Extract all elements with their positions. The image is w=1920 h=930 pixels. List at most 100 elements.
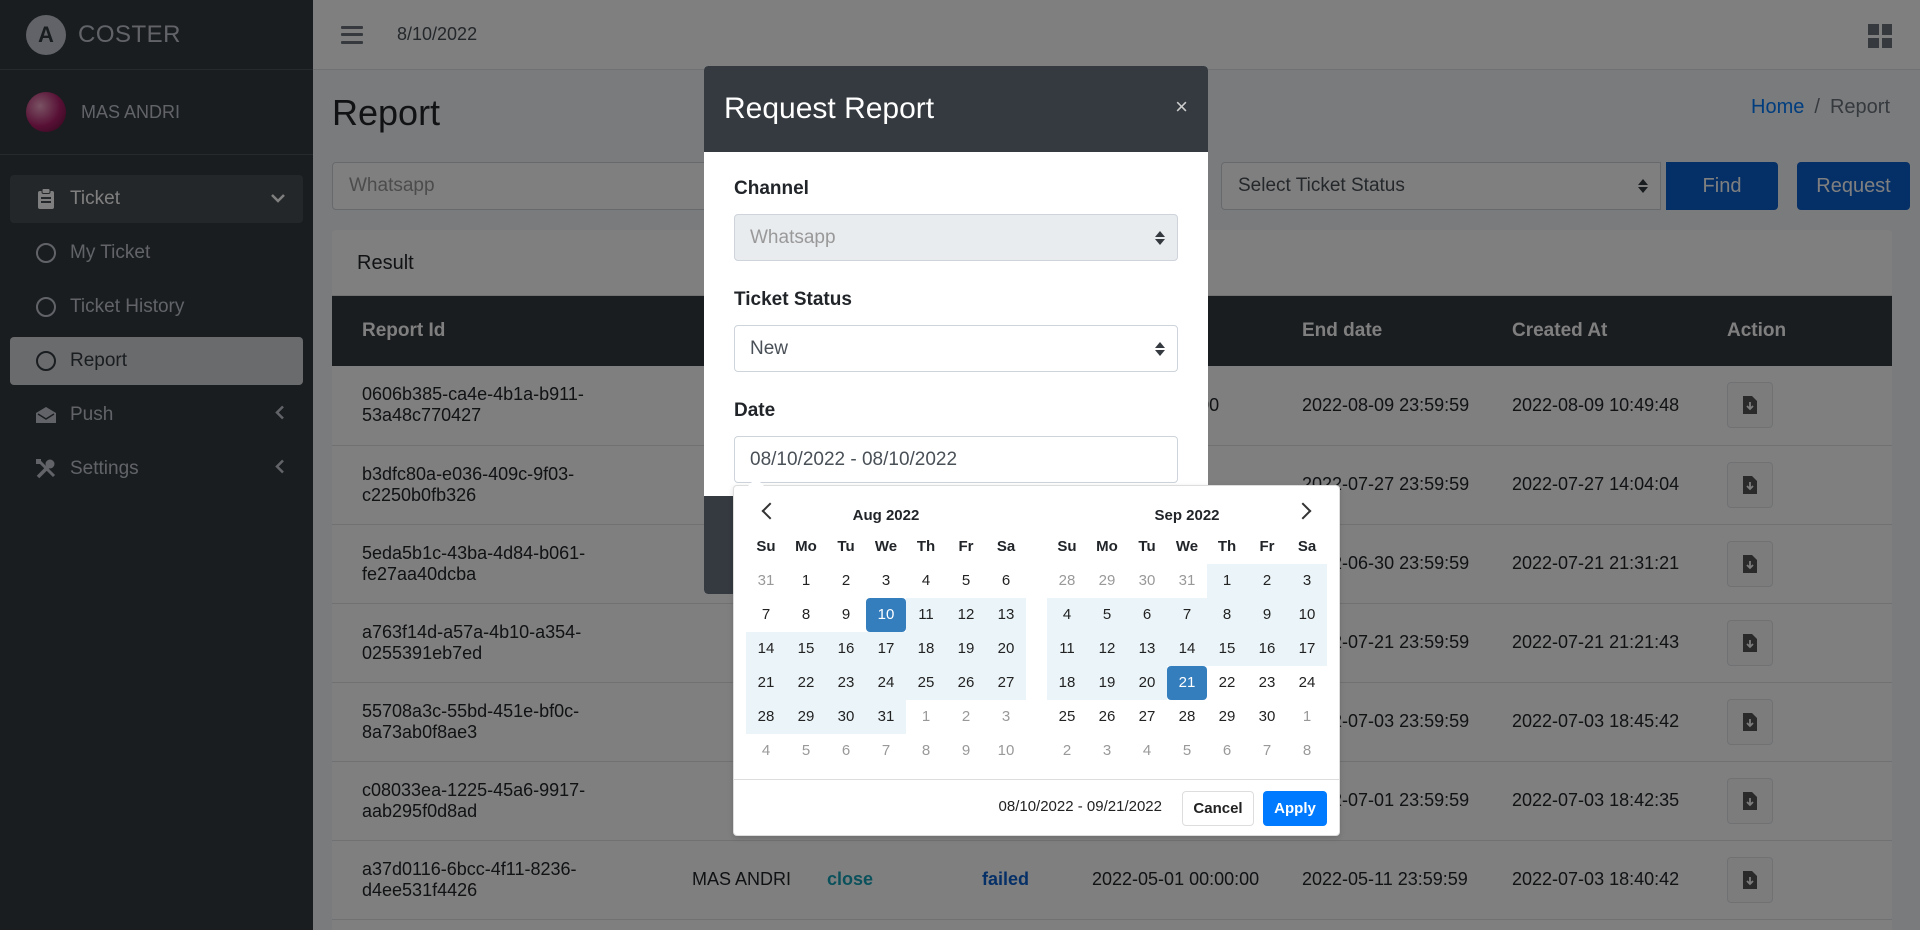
calendar-day[interactable]: 2 — [826, 564, 866, 598]
calendar-day[interactable]: 24 — [866, 666, 906, 700]
calendar-day[interactable]: 28 — [746, 700, 786, 734]
calendar-day[interactable]: 22 — [786, 666, 826, 700]
calendar-day[interactable]: 9 — [826, 598, 866, 632]
calendar-day[interactable]: 4 — [906, 564, 946, 598]
calendar-day[interactable]: 3 — [986, 700, 1026, 734]
calendar-day[interactable]: 23 — [1247, 666, 1287, 700]
calendar-day[interactable]: 21 — [746, 666, 786, 700]
calendar-day[interactable]: 8 — [1207, 598, 1247, 632]
date-range-input[interactable]: 08/10/2022 - 08/10/2022 — [734, 436, 1178, 483]
calendar-day[interactable]: 31 — [1167, 564, 1207, 598]
calendar-day[interactable]: 1 — [906, 700, 946, 734]
calendar-day[interactable]: 27 — [1127, 700, 1167, 734]
calendar-day[interactable]: 26 — [1087, 700, 1127, 734]
channel-label: Channel — [734, 178, 809, 199]
calendar-day[interactable]: 1 — [786, 564, 826, 598]
calendar-day[interactable]: 29 — [786, 700, 826, 734]
calendar-day[interactable]: 28 — [1047, 564, 1087, 598]
calendar-day[interactable]: 24 — [1287, 666, 1327, 700]
close-icon[interactable]: × — [1175, 94, 1188, 120]
calendar-day[interactable]: 16 — [1247, 632, 1287, 666]
calendar-day[interactable]: 9 — [1247, 598, 1287, 632]
calendar-day-selected[interactable]: 10 — [866, 598, 906, 632]
cancel-button[interactable]: Cancel — [1182, 791, 1254, 826]
calendar-day-selected[interactable]: 21 — [1167, 666, 1207, 700]
calendar-day[interactable]: 4 — [746, 734, 786, 768]
calendar-day[interactable]: 22 — [1207, 666, 1247, 700]
calendar-day[interactable]: 7 — [746, 598, 786, 632]
calendar-day[interactable]: 1 — [1207, 564, 1247, 598]
calendar-day[interactable]: 19 — [1087, 666, 1127, 700]
calendar-day[interactable]: 25 — [906, 666, 946, 700]
calendar-day[interactable]: 6 — [1207, 734, 1247, 768]
calendar-day[interactable]: 29 — [1087, 564, 1127, 598]
calendar-day[interactable]: 23 — [826, 666, 866, 700]
calendar-day[interactable]: 10 — [1287, 598, 1327, 632]
calendar-day[interactable]: 20 — [1127, 666, 1167, 700]
weekday-header: We — [1175, 538, 1199, 555]
calendar-day[interactable]: 4 — [1127, 734, 1167, 768]
calendar-day[interactable]: 13 — [986, 598, 1026, 632]
calendar-day[interactable]: 9 — [946, 734, 986, 768]
calendar-day[interactable]: 8 — [906, 734, 946, 768]
calendar-day[interactable]: 6 — [1127, 598, 1167, 632]
calendar-day[interactable]: 6 — [986, 564, 1026, 598]
chevron-right-icon[interactable] — [1294, 502, 1312, 520]
calendar-day[interactable]: 19 — [946, 632, 986, 666]
calendar-day[interactable]: 13 — [1127, 632, 1167, 666]
calendar-day[interactable]: 15 — [1207, 632, 1247, 666]
calendar-day[interactable]: 7 — [866, 734, 906, 768]
calendar-day[interactable]: 17 — [866, 632, 906, 666]
calendar-day[interactable]: 20 — [986, 632, 1026, 666]
calendar-day[interactable]: 8 — [1287, 734, 1327, 768]
calendar-day[interactable]: 17 — [1287, 632, 1327, 666]
channel-select[interactable]: Whatsapp — [734, 214, 1178, 261]
calendar-day[interactable]: 30 — [1127, 564, 1167, 598]
calendar-day[interactable]: 18 — [1047, 666, 1087, 700]
calendar-day[interactable]: 27 — [986, 666, 1026, 700]
calendar-day[interactable]: 31 — [866, 700, 906, 734]
calendar-day[interactable]: 2 — [1047, 734, 1087, 768]
calendar-day[interactable]: 3 — [1287, 564, 1327, 598]
calendar-day[interactable]: 7 — [1247, 734, 1287, 768]
calendar-day[interactable]: 2 — [1247, 564, 1287, 598]
calendar-day[interactable]: 29 — [1207, 700, 1247, 734]
calendar-day[interactable]: 18 — [906, 632, 946, 666]
calendar-grid: Su Mo Tu We Th Fr Sa 31 1 2 3 4 5 6 7 8 9 10 11 12 13 14 15 16 1… — [746, 530, 1026, 768]
calendar-day[interactable]: 14 — [1167, 632, 1207, 666]
calendar-day[interactable]: 4 — [1047, 598, 1087, 632]
calendar-month-header: Aug 2022 — [746, 500, 1026, 530]
calendar-day[interactable]: 12 — [946, 598, 986, 632]
calendar-day[interactable]: 28 — [1167, 700, 1207, 734]
channel-select-value: Whatsapp — [750, 227, 836, 248]
calendar-day[interactable]: 6 — [826, 734, 866, 768]
calendar-day[interactable]: 16 — [826, 632, 866, 666]
calendar-day[interactable]: 31 — [746, 564, 786, 598]
calendar-day[interactable]: 12 — [1087, 632, 1127, 666]
calendar-day[interactable]: 30 — [1247, 700, 1287, 734]
calendar-day[interactable]: 1 — [1287, 700, 1327, 734]
apply-button[interactable]: Apply — [1263, 791, 1327, 826]
calendar-day[interactable]: 5 — [786, 734, 826, 768]
calendar-day[interactable]: 7 — [1167, 598, 1207, 632]
select-arrows-icon — [1155, 230, 1165, 245]
calendar-day[interactable]: 5 — [1167, 734, 1207, 768]
calendar-day[interactable]: 3 — [866, 564, 906, 598]
calendar-day[interactable]: 10 — [986, 734, 1026, 768]
calendar-day[interactable]: 11 — [906, 598, 946, 632]
calendar-day[interactable]: 26 — [946, 666, 986, 700]
chevron-left-icon[interactable] — [761, 502, 779, 520]
calendar-day[interactable]: 11 — [1047, 632, 1087, 666]
ticket-status-select[interactable]: New — [734, 325, 1178, 372]
calendar-day[interactable]: 5 — [1087, 598, 1127, 632]
calendar-right: Sep 2022 Su Mo Tu We Th Fr Sa 28 29 30 31 1 2 3 4 5 6 7 8 9… — [1047, 500, 1327, 768]
calendar-day[interactable]: 8 — [786, 598, 826, 632]
calendar-day[interactable]: 25 — [1047, 700, 1087, 734]
calendar-day[interactable]: 2 — [946, 700, 986, 734]
calendar-day[interactable]: 15 — [786, 632, 826, 666]
ticket-status-label: Ticket Status — [734, 289, 852, 310]
calendar-day[interactable]: 5 — [946, 564, 986, 598]
calendar-day[interactable]: 14 — [746, 632, 786, 666]
calendar-day[interactable]: 3 — [1087, 734, 1127, 768]
calendar-day[interactable]: 30 — [826, 700, 866, 734]
